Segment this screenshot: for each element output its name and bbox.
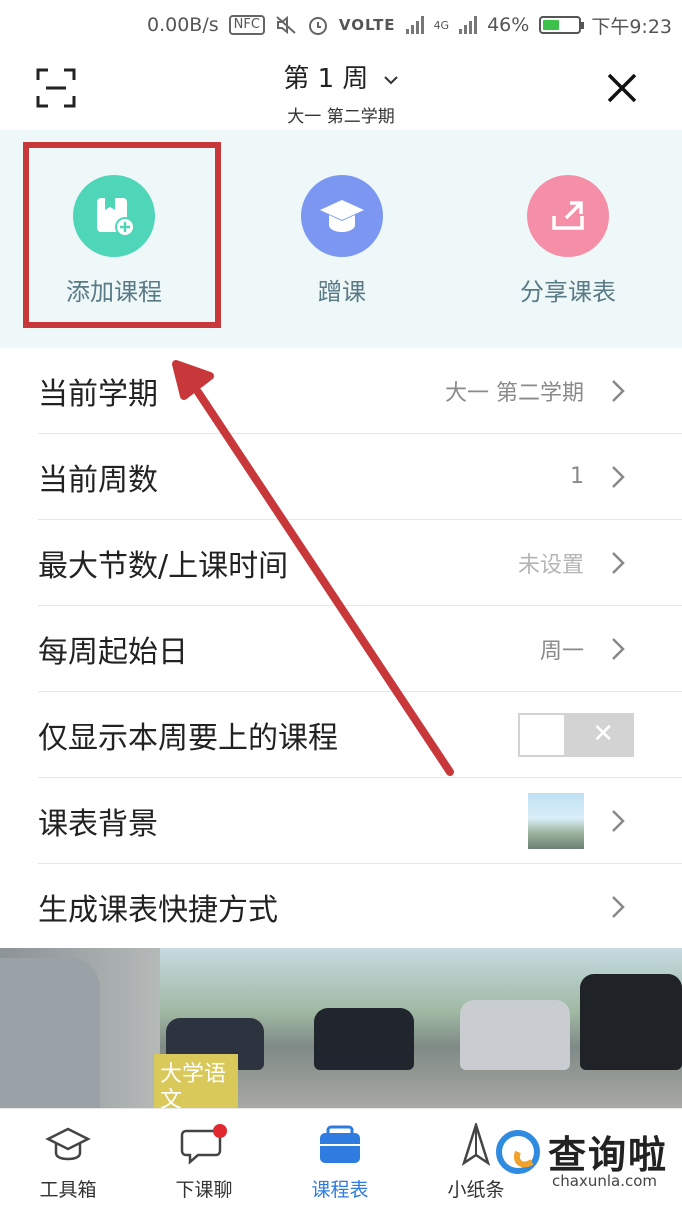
close-icon[interactable] [606, 72, 638, 104]
row-value: 1 [570, 464, 584, 489]
create-shortcut-row[interactable]: 生成课表快捷方式 [38, 864, 682, 950]
watermark-brand: 查询啦 [548, 1133, 669, 1177]
watermark: 查询啦 chaxunla.com [494, 1124, 674, 1196]
row-label: 仅显示本周要上的课程 [38, 720, 338, 756]
highlight-box [23, 142, 221, 328]
paper-plane-icon [461, 1123, 491, 1167]
tab-chat[interactable]: 下课聊 [136, 1109, 272, 1212]
photo-car-left [0, 958, 100, 1108]
tab-toolbox[interactable]: 工具箱 [0, 1109, 136, 1212]
share-schedule-button[interactable]: 分享课表 [454, 130, 682, 348]
chevron-right-icon [612, 637, 625, 660]
share-icon [527, 175, 609, 257]
mute-icon [276, 15, 296, 35]
show-this-week-only-row: 仅显示本周要上的课程 ✕ [38, 692, 682, 778]
battery-icon [539, 16, 585, 34]
tab-label: 工具箱 [39, 1179, 97, 1201]
nfc-icon: NFC [228, 15, 265, 35]
alarm-icon [308, 17, 327, 35]
battery-percent: 46% [487, 14, 530, 36]
schedule-icon [320, 1125, 360, 1163]
chevron-down-icon [383, 75, 398, 84]
tab-label: 下课聊 [175, 1179, 233, 1201]
schedule-background-preview: 大学语文 [0, 948, 682, 1108]
week-selector[interactable]: 第 1 周 [0, 58, 682, 95]
background-thumbnail [528, 792, 584, 849]
schedule-background-row[interactable]: 课表背景 [38, 778, 682, 864]
signal-icon [405, 16, 424, 34]
chevron-right-icon [612, 379, 625, 402]
volte-indicator: VOLTE [338, 16, 396, 34]
signal-icon-2 [459, 16, 478, 34]
current-week-row[interactable]: 当前周数 1 [38, 434, 682, 520]
row-value: 未设置 [517, 552, 584, 578]
row-value: 周一 [539, 638, 584, 664]
chevron-right-icon [612, 896, 625, 918]
audit-course-label: 蹭课 [318, 278, 366, 306]
photo-car [580, 974, 682, 1070]
chevron-right-icon [612, 465, 625, 488]
clock: 下午9:23 [591, 15, 672, 38]
tab-label: 课程表 [311, 1179, 369, 1201]
status-bar: 0.00B/s NFC VOLTE 4G 46% 下午9:23 [0, 0, 682, 50]
chevron-right-icon [612, 551, 625, 574]
show-this-week-toggle[interactable]: ✕ [518, 712, 634, 757]
settings-list: 当前学期 大一 第二学期 当前周数 1 最大节数/上课时间 未设置 每周起始日 … [0, 348, 682, 950]
photo-car [314, 1008, 414, 1070]
net-speed: 0.00B/s [146, 14, 219, 36]
row-label: 课表背景 [38, 806, 158, 842]
row-label: 生成课表快捷方式 [38, 893, 278, 928]
row-label: 最大节数/上课时间 [38, 548, 289, 584]
max-periods-row[interactable]: 最大节数/上课时间 未设置 [38, 520, 682, 606]
toolbox-icon [45, 1127, 91, 1161]
network-type: 4G [433, 18, 450, 32]
current-semester-row[interactable]: 当前学期 大一 第二学期 [38, 348, 682, 434]
chat-icon [180, 1124, 227, 1165]
week-title: 第 1 周 [283, 64, 369, 94]
toggle-knob [520, 714, 564, 755]
photo-car [460, 1000, 570, 1070]
row-label: 当前学期 [38, 376, 158, 412]
tab-schedule[interactable]: 课程表 [272, 1109, 408, 1212]
toggle-off-icon: ✕ [592, 718, 614, 749]
week-start-day-row[interactable]: 每周起始日 周一 [38, 606, 682, 692]
graduation-cap-icon [301, 175, 383, 257]
row-label: 每周起始日 [38, 634, 188, 670]
watermark-domain: chaxunla.com [552, 1172, 657, 1190]
row-value: 大一 第二学期 [445, 380, 584, 406]
row-label: 当前周数 [38, 462, 158, 498]
audit-course-button[interactable]: 蹭课 [228, 130, 456, 348]
share-schedule-label: 分享课表 [520, 278, 616, 306]
chevron-right-icon [612, 809, 625, 832]
header: 第 1 周 大一 第二学期 [0, 50, 682, 130]
semester-subtitle: 大一 第二学期 [287, 107, 395, 127]
watermark-logo-icon [496, 1130, 540, 1174]
course-tag: 大学语文 [154, 1054, 238, 1108]
